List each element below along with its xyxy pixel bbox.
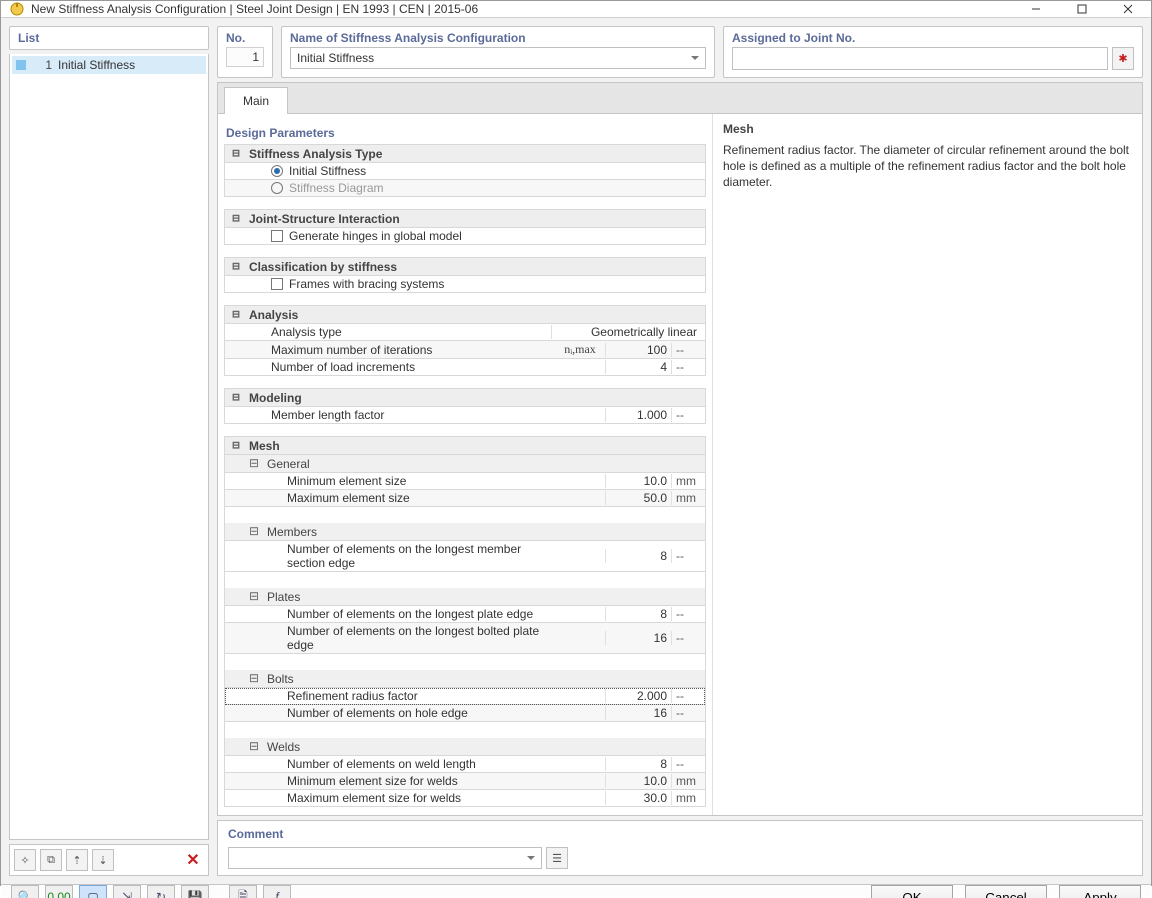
collapse-icon[interactable]: ⊟ xyxy=(247,739,261,754)
list-item-label: Initial Stiffness xyxy=(58,58,135,72)
list-item-number: 1 xyxy=(32,58,52,72)
refresh-icon[interactable]: ↻ xyxy=(147,885,175,898)
comment-box: Comment ☰ xyxy=(217,820,1143,876)
list-header: List xyxy=(9,26,209,50)
collapse-icon[interactable]: ⊟ xyxy=(229,259,243,274)
list-item[interactable]: 1 Initial Stiffness xyxy=(12,56,206,74)
hole-edge-elements-value[interactable]: 16 xyxy=(605,706,671,720)
name-label: Name of Stiffness Analysis Configuration xyxy=(290,31,706,45)
refinement-radius-value[interactable]: 2.000 xyxy=(605,689,671,703)
view-icon[interactable]: ▢ xyxy=(79,885,107,898)
plate-edge-elements-value[interactable]: 8 xyxy=(605,607,671,621)
tab-main[interactable]: Main xyxy=(224,87,288,114)
tab-bar: Main xyxy=(218,83,1142,114)
weld-max-size-value[interactable]: 30.0 xyxy=(605,791,671,805)
analysis-type-value[interactable]: Geometrically linear xyxy=(551,325,701,339)
list-item-marker xyxy=(16,60,26,70)
max-element-size-value[interactable]: 50.0 xyxy=(605,491,671,505)
name-box: Name of Stiffness Analysis Configuration… xyxy=(281,26,715,78)
minimize-button[interactable] xyxy=(1013,1,1059,17)
maximize-button[interactable] xyxy=(1059,1,1105,17)
notes-icon[interactable]: 🗎 xyxy=(229,885,257,898)
radio-stiffness-diagram[interactable] xyxy=(271,182,283,194)
ok-button[interactable]: OK xyxy=(871,885,953,898)
help-title: Mesh xyxy=(723,122,1132,136)
copy-icon[interactable]: ⧉ xyxy=(40,849,62,871)
cancel-button[interactable]: Cancel xyxy=(965,885,1047,898)
min-element-size-value[interactable]: 10.0 xyxy=(605,474,671,488)
no-box: No. 1 xyxy=(217,26,273,78)
collapse-icon[interactable]: ⊟ xyxy=(247,671,261,686)
no-label: No. xyxy=(226,31,245,45)
collapse-icon[interactable]: ⊟ xyxy=(229,146,243,161)
load-increments-value[interactable]: 4 xyxy=(605,360,671,374)
window-title: New Stiffness Analysis Configuration | S… xyxy=(31,2,1013,16)
delete-icon[interactable]: ✕ xyxy=(182,849,204,871)
comment-label: Comment xyxy=(228,827,1132,841)
collapse-icon[interactable]: ⊟ xyxy=(229,307,243,322)
help-panel: Mesh Refinement radius factor. The diame… xyxy=(712,114,1142,815)
assign-input[interactable] xyxy=(732,47,1108,70)
comment-select[interactable] xyxy=(228,847,542,869)
assign-box: Assigned to Joint No. ✱ xyxy=(723,26,1143,78)
collapse-icon[interactable]: ⊟ xyxy=(247,589,261,604)
hierarchy-icon[interactable]: ⇲ xyxy=(113,885,141,898)
help-text: Refinement radius factor. The diameter o… xyxy=(723,142,1132,191)
radio-initial-stiffness[interactable] xyxy=(271,165,283,177)
collapse-icon[interactable]: ⊟ xyxy=(247,524,261,539)
comment-library-icon[interactable]: ☰ xyxy=(546,847,568,869)
collapse-icon[interactable]: ⊟ xyxy=(229,438,243,453)
search-icon[interactable]: 🔍 xyxy=(11,885,39,898)
function-icon[interactable]: f xyxy=(263,885,291,898)
pick-joint-icon[interactable]: ✱ xyxy=(1112,47,1134,70)
check-generate-hinges[interactable] xyxy=(271,230,283,242)
collapse-icon[interactable]: ⊟ xyxy=(247,456,261,471)
sort-asc-icon[interactable]: ⇡ xyxy=(66,849,88,871)
apply-button[interactable]: Apply xyxy=(1059,885,1141,898)
refinement-radius-factor-row[interactable]: Refinement radius factor xyxy=(281,689,555,703)
member-length-factor-value[interactable]: 1.000 xyxy=(605,408,671,422)
save-profile-icon[interactable]: 💾 xyxy=(181,885,209,898)
bolted-plate-edge-elements-value[interactable]: 16 xyxy=(605,631,671,645)
sort-desc-icon[interactable]: ⇣ xyxy=(92,849,114,871)
footer-bar: 🔍 0,00 ▢ ⇲ ↻ 💾 🗎 f OK Cancel Apply xyxy=(1,884,1151,898)
weld-length-elements-value[interactable]: 8 xyxy=(605,757,671,771)
check-frames-bracing[interactable] xyxy=(271,278,283,290)
parameter-panel: Design Parameters ⊟Stiffness Analysis Ty… xyxy=(218,114,712,815)
collapse-icon[interactable]: ⊟ xyxy=(229,211,243,226)
section-design-parameters: Design Parameters xyxy=(224,122,706,144)
assign-label: Assigned to Joint No. xyxy=(732,31,1134,45)
name-select[interactable]: Initial Stiffness xyxy=(290,47,706,69)
no-value[interactable]: 1 xyxy=(226,47,264,67)
config-list[interactable]: 1 Initial Stiffness xyxy=(9,54,209,840)
units-icon[interactable]: 0,00 xyxy=(45,885,73,898)
app-icon xyxy=(9,1,25,17)
collapse-icon[interactable]: ⊟ xyxy=(229,390,243,405)
close-button[interactable] xyxy=(1105,1,1151,17)
title-bar: New Stiffness Analysis Configuration | S… xyxy=(1,1,1151,18)
weld-min-size-value[interactable]: 10.0 xyxy=(605,774,671,788)
new-icon[interactable]: ✧ xyxy=(14,849,36,871)
member-edge-elements-value[interactable]: 8 xyxy=(605,549,671,563)
max-iterations-value[interactable]: 100 xyxy=(605,343,671,357)
